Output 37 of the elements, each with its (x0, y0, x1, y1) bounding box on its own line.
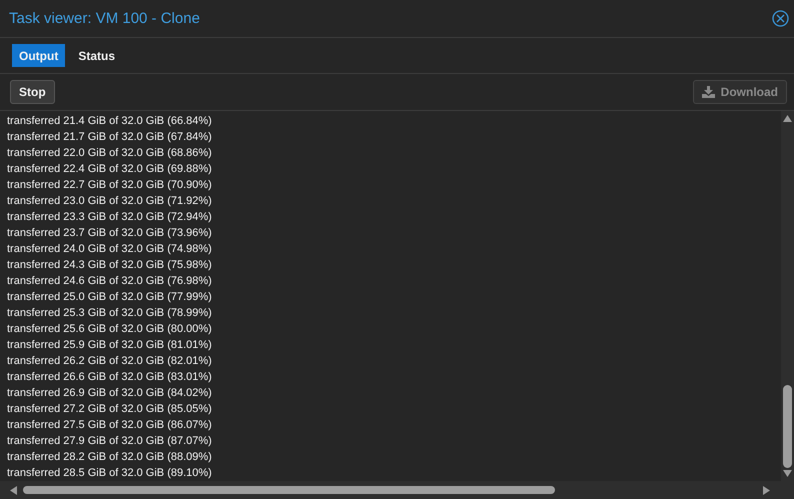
scroll-right-icon[interactable] (763, 486, 770, 494)
window-title: Task viewer: VM 100 - Clone (9, 10, 201, 27)
log-line: transferred 24.6 GiB of 32.0 GiB (76.98%) (7, 274, 213, 289)
download-icon (702, 86, 715, 98)
tab[interactable]: Status (71, 44, 122, 67)
tab[interactable]: Output (12, 44, 66, 67)
log-line: transferred 24.0 GiB of 32.0 GiB (74.98%) (7, 242, 213, 257)
log-line: transferred 28.2 GiB of 32.0 GiB (88.09%) (7, 450, 213, 465)
close-icon[interactable] (772, 10, 789, 27)
log-line: transferred 23.7 GiB of 32.0 GiB (73.96%) (7, 226, 213, 241)
log-line: transferred 27.2 GiB of 32.0 GiB (85.05%) (7, 402, 213, 417)
log-line: transferred 21.4 GiB of 32.0 GiB (66.84%) (7, 114, 213, 129)
scroll-left-icon[interactable] (10, 486, 17, 494)
log-line: transferred 26.9 GiB of 32.0 GiB (84.02%) (7, 386, 213, 401)
log-line: transferred 28.5 GiB of 32.0 GiB (89.10%) (7, 466, 213, 481)
log-line: transferred 25.3 GiB of 32.0 GiB (78.99%) (7, 306, 213, 321)
log-line: transferred 27.9 GiB of 32.0 GiB (87.07%) (7, 434, 213, 449)
log-line: transferred 26.6 GiB of 32.0 GiB (83.01%) (7, 370, 213, 385)
log-line: transferred 24.3 GiB of 32.0 GiB (75.98%) (7, 258, 213, 273)
scroll-down-icon[interactable] (783, 470, 792, 477)
log-line: transferred 25.0 GiB of 32.0 GiB (77.99%) (7, 290, 213, 305)
log-line: transferred 23.3 GiB of 32.0 GiB (72.94%) (7, 210, 213, 225)
log-line: transferred 25.6 GiB of 32.0 GiB (80.00%) (7, 322, 213, 337)
log-line: transferred 23.0 GiB of 32.0 GiB (71.92%) (7, 194, 213, 209)
log-line: transferred 22.0 GiB of 32.0 GiB (68.86%) (7, 146, 213, 161)
scrollbar-thumb[interactable] (783, 385, 792, 468)
vertical-scrollbar[interactable] (781, 111, 794, 481)
scrollbar-thumb[interactable] (23, 486, 555, 494)
horizontal-scrollbar[interactable] (0, 481, 794, 499)
log-line: transferred 26.2 GiB of 32.0 GiB (82.01%) (7, 354, 213, 369)
log-line: transferred 22.7 GiB of 32.0 GiB (70.90%) (7, 178, 213, 193)
scroll-up-icon[interactable] (783, 115, 792, 122)
stop-button[interactable]: Stop (10, 80, 55, 104)
log-line: transferred 22.4 GiB of 32.0 GiB (69.88%) (7, 162, 213, 177)
log-line: transferred 27.5 GiB of 32.0 GiB (86.07%) (7, 418, 213, 433)
log-line: transferred 21.7 GiB of 32.0 GiB (67.84%) (7, 130, 213, 145)
log-line: transferred 25.9 GiB of 32.0 GiB (81.01%) (7, 338, 213, 353)
